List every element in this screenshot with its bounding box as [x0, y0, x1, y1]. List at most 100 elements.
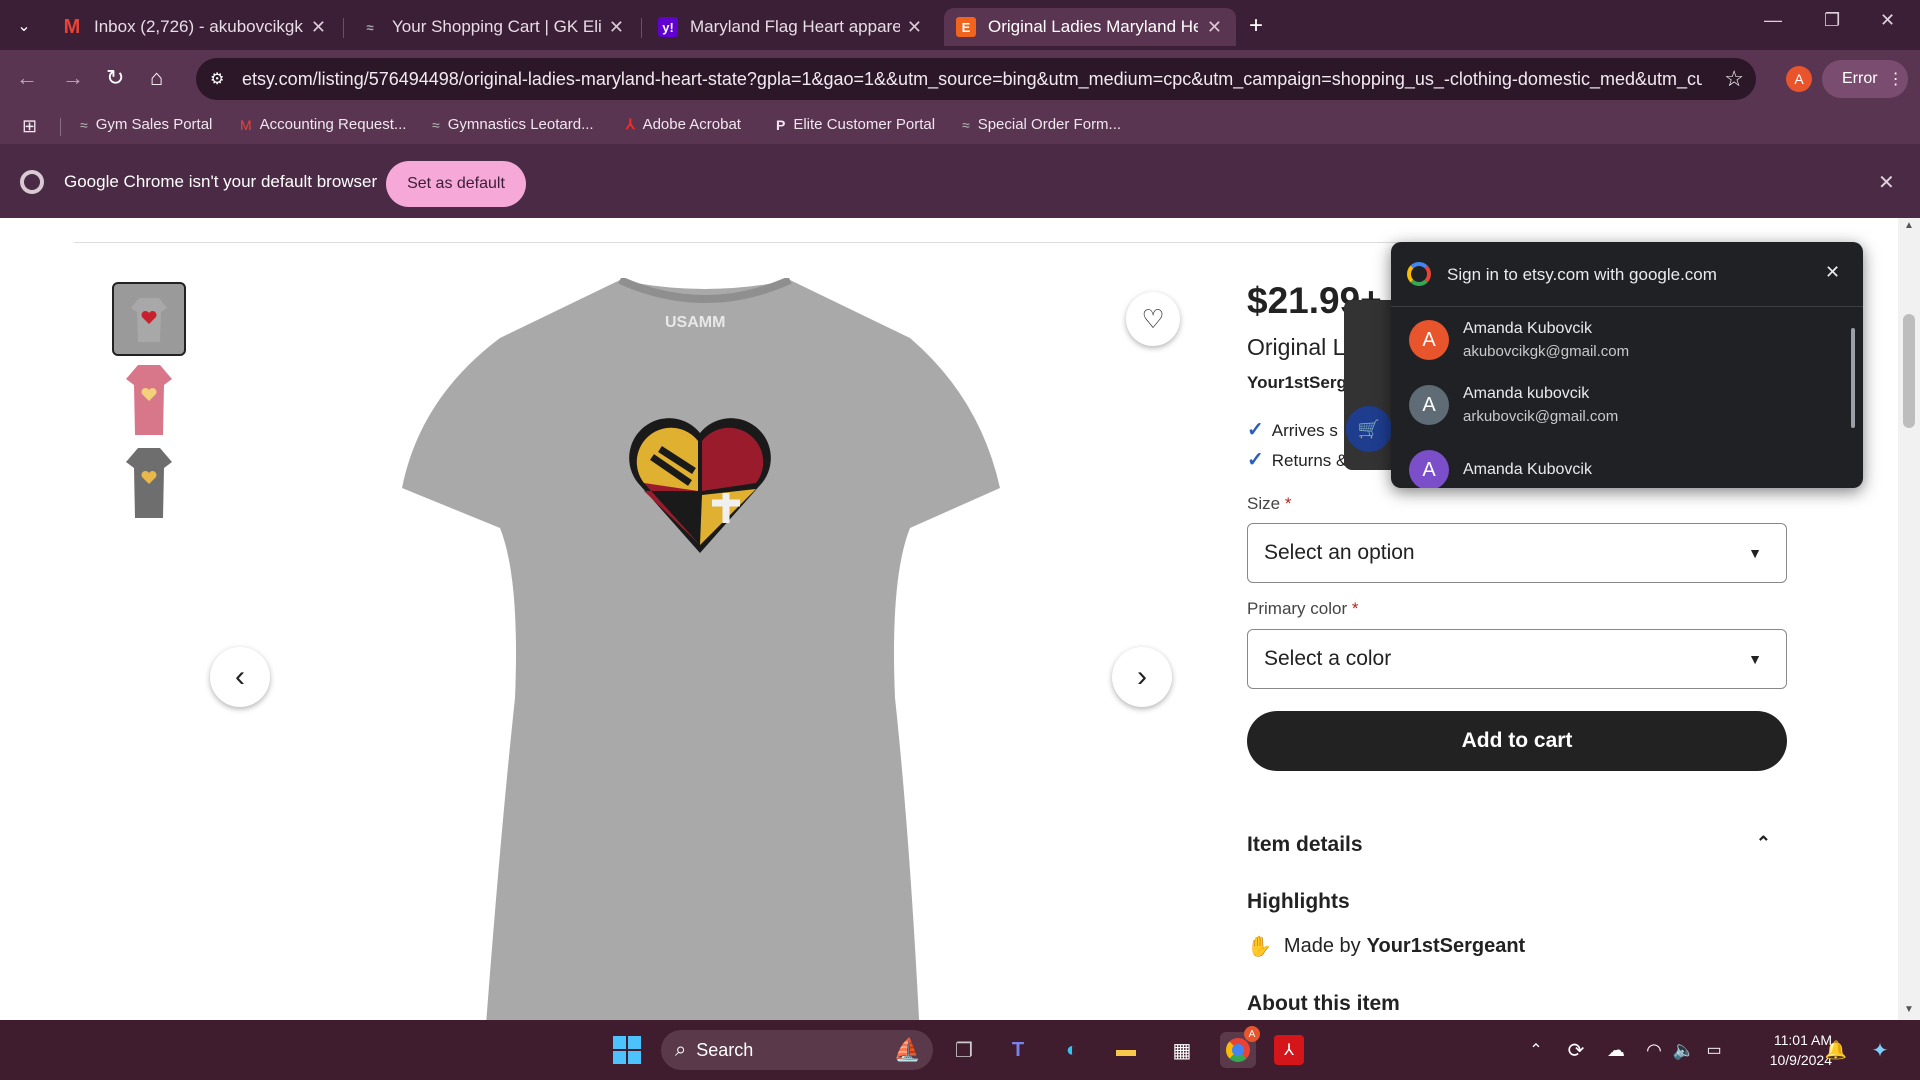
popup-close-icon[interactable]: ✕	[1825, 262, 1840, 283]
onedrive-icon[interactable]: ☁	[1598, 1032, 1634, 1068]
size-label: Size *	[1247, 494, 1291, 514]
heart-favorite-icon[interactable]: ♡	[1126, 292, 1180, 346]
portal-icon: P	[776, 116, 786, 133]
browser-chrome: ⌄ M Inbox (2,726) - akubovcikgk@g ✕ ≈ Yo…	[0, 0, 1920, 218]
windows-start-icon[interactable]	[609, 1032, 645, 1068]
tab-gmail[interactable]: M Inbox (2,726) - akubovcikgk@g ✕	[50, 8, 340, 46]
thumbnail-gray[interactable]	[112, 282, 186, 356]
popup-title: Sign in to etsy.com with google.com	[1447, 265, 1717, 284]
battery-icon[interactable]: ▭	[1696, 1032, 1732, 1068]
bookmark-label: Adobe Acrobat	[642, 116, 741, 133]
home-icon[interactable]: ⌂	[150, 65, 163, 91]
site-info-icon[interactable]: ⚙	[210, 69, 224, 89]
tab-yahoo[interactable]: y! Maryland Flag Heart apparel - Y ✕	[646, 8, 936, 46]
about-heading: About this item	[1247, 992, 1400, 1015]
tab-separator	[343, 18, 344, 38]
taskbar-search[interactable]: ⌕ Search ⛵	[661, 1030, 933, 1070]
chrome-logo-icon	[20, 170, 44, 194]
hand-wave-icon: ✋	[1247, 936, 1272, 958]
scroll-down-icon[interactable]: ▼	[1904, 1004, 1914, 1015]
color-label: Primary color *	[1247, 599, 1358, 619]
bookmark-gym-sales[interactable]: ≈ Gym Sales Portal	[80, 116, 212, 133]
account-item[interactable]: A Amanda Kubovcik	[1409, 450, 1592, 488]
sync-icon[interactable]: ⟳	[1558, 1032, 1594, 1068]
popup-scrollbar[interactable]	[1851, 328, 1855, 428]
account-item[interactable]: A Amanda Kubovcik akubovcikgk@gmail.com	[1409, 320, 1629, 360]
tray-overflow-icon[interactable]: ⌃	[1518, 1032, 1554, 1068]
tab-etsy[interactable]: E Original Ladies Maryland Heart ✕	[944, 8, 1236, 46]
forward-icon[interactable]: →	[62, 65, 84, 91]
check-icon: ✓	[1247, 419, 1264, 441]
task-view-icon[interactable]: ❐	[946, 1032, 982, 1068]
tab-search-icon[interactable]: ⌄	[6, 8, 42, 44]
file-explorer-icon[interactable]: ▬	[1108, 1032, 1144, 1068]
bookmark-star-icon[interactable]: ☆	[1724, 66, 1744, 92]
account-email: arkubovcik@gmail.com	[1463, 408, 1619, 425]
item-details-toggle[interactable]: Item details ⌃	[1247, 833, 1787, 857]
item-details-heading: Item details	[1247, 833, 1363, 856]
made-by-text: Made by	[1283, 935, 1361, 957]
new-tab-icon[interactable]: +	[1238, 8, 1274, 44]
gk-elite-icon: ≈	[80, 116, 88, 133]
error-button[interactable]: Error ⋮	[1822, 60, 1908, 98]
reload-icon[interactable]: ↻	[106, 65, 124, 91]
size-select[interactable]: Select an option ▼	[1247, 523, 1787, 583]
thumbnail-dark-gray[interactable]	[112, 446, 186, 520]
made-by-shop[interactable]: Your1stSergeant	[1367, 935, 1526, 958]
restore-icon[interactable]: ❐	[1824, 10, 1840, 31]
close-tab-icon[interactable]: ✕	[1207, 17, 1222, 38]
infobar-close-icon[interactable]: ✕	[1878, 170, 1895, 195]
address-bar[interactable]: ⚙ etsy.com/listing/576494498/original-la…	[196, 58, 1756, 100]
avatar: A	[1409, 385, 1449, 425]
set-default-button[interactable]: Set as default	[386, 161, 526, 207]
shirt-brand-label: USAMM	[665, 314, 726, 331]
acrobat-icon: ⅄	[626, 116, 635, 132]
edge-icon[interactable]: ◐	[1054, 1032, 1090, 1068]
bookmark-adobe[interactable]: ⅄ Adobe Acrobat	[626, 116, 741, 133]
window-close-icon[interactable]: ✕	[1880, 10, 1895, 31]
product-main-image: USAMM	[390, 276, 1020, 1020]
cart-icon[interactable]: 🛒	[1346, 406, 1392, 452]
color-select[interactable]: Select a color ▼	[1247, 629, 1787, 689]
page-scrollbar[interactable]: ▲ ▼	[1898, 218, 1920, 1020]
minimize-icon[interactable]: —	[1764, 10, 1782, 31]
notification-bell-icon[interactable]: 🔔	[1818, 1032, 1854, 1068]
scrollbar-thumb[interactable]	[1903, 314, 1915, 428]
bookmark-accounting[interactable]: M Accounting Request...	[240, 116, 406, 133]
profile-avatar[interactable]: A	[1786, 66, 1812, 92]
toolbar: ← → ↻ ⌂ ⚙ etsy.com/listing/576494498/ori…	[0, 50, 1920, 108]
teams-icon[interactable]: T	[1000, 1032, 1036, 1068]
yahoo-icon: y!	[658, 17, 678, 37]
windows-taskbar: ⌕ Search ⛵ ❐ T ◐ ▬ ▦ A ⅄ ⌃ ⟳ ☁ ◠ 🔈 ▭ 11:…	[0, 1020, 1920, 1080]
thumbnail-pink[interactable]	[112, 363, 186, 437]
tab-gk-elite[interactable]: ≈ Your Shopping Cart | GK Elite ✕	[348, 8, 638, 46]
back-icon[interactable]: ←	[16, 65, 38, 91]
scroll-up-icon[interactable]: ▲	[1904, 220, 1914, 231]
previous-image-button[interactable]: ‹	[210, 647, 270, 707]
close-tab-icon[interactable]: ✕	[907, 17, 922, 38]
gk-elite-icon: ≈	[962, 116, 970, 133]
avatar: A	[1409, 450, 1449, 488]
apps-grid-icon[interactable]: ⊞	[22, 116, 37, 137]
bookmark-gymnastics[interactable]: ≈ Gymnastics Leotard...	[432, 116, 594, 133]
menu-dots-icon: ⋮	[1887, 71, 1904, 88]
account-name: Amanda Kubovcik	[1463, 461, 1592, 478]
close-tab-icon[interactable]: ✕	[609, 17, 624, 38]
made-by-row: ✋ Made by Your1stSergeant	[1247, 934, 1525, 959]
account-item[interactable]: A Amanda kubovcik arkubovcik@gmail.com	[1409, 385, 1618, 425]
acrobat-taskbar-icon[interactable]: ⅄	[1274, 1035, 1304, 1065]
search-label: Search	[696, 1039, 754, 1060]
bookmark-elite-portal[interactable]: P Elite Customer Portal	[776, 116, 935, 133]
bookmark-special-order[interactable]: ≈ Special Order Form...	[962, 116, 1121, 133]
required-mark: *	[1284, 494, 1292, 513]
close-tab-icon[interactable]: ✕	[311, 17, 326, 38]
store-icon[interactable]: ▦	[1164, 1032, 1200, 1068]
add-to-cart-button[interactable]: Add to cart	[1247, 711, 1787, 771]
next-image-button[interactable]: ›	[1112, 647, 1172, 707]
copilot-icon[interactable]: ✦	[1862, 1032, 1898, 1068]
check-icon: ✓	[1247, 449, 1264, 471]
infobar-message: Google Chrome isn't your default browser	[64, 172, 378, 191]
tab-separator	[641, 18, 642, 38]
chrome-taskbar-icon[interactable]: A	[1220, 1026, 1260, 1068]
chrome-logo-icon	[1226, 1038, 1250, 1062]
